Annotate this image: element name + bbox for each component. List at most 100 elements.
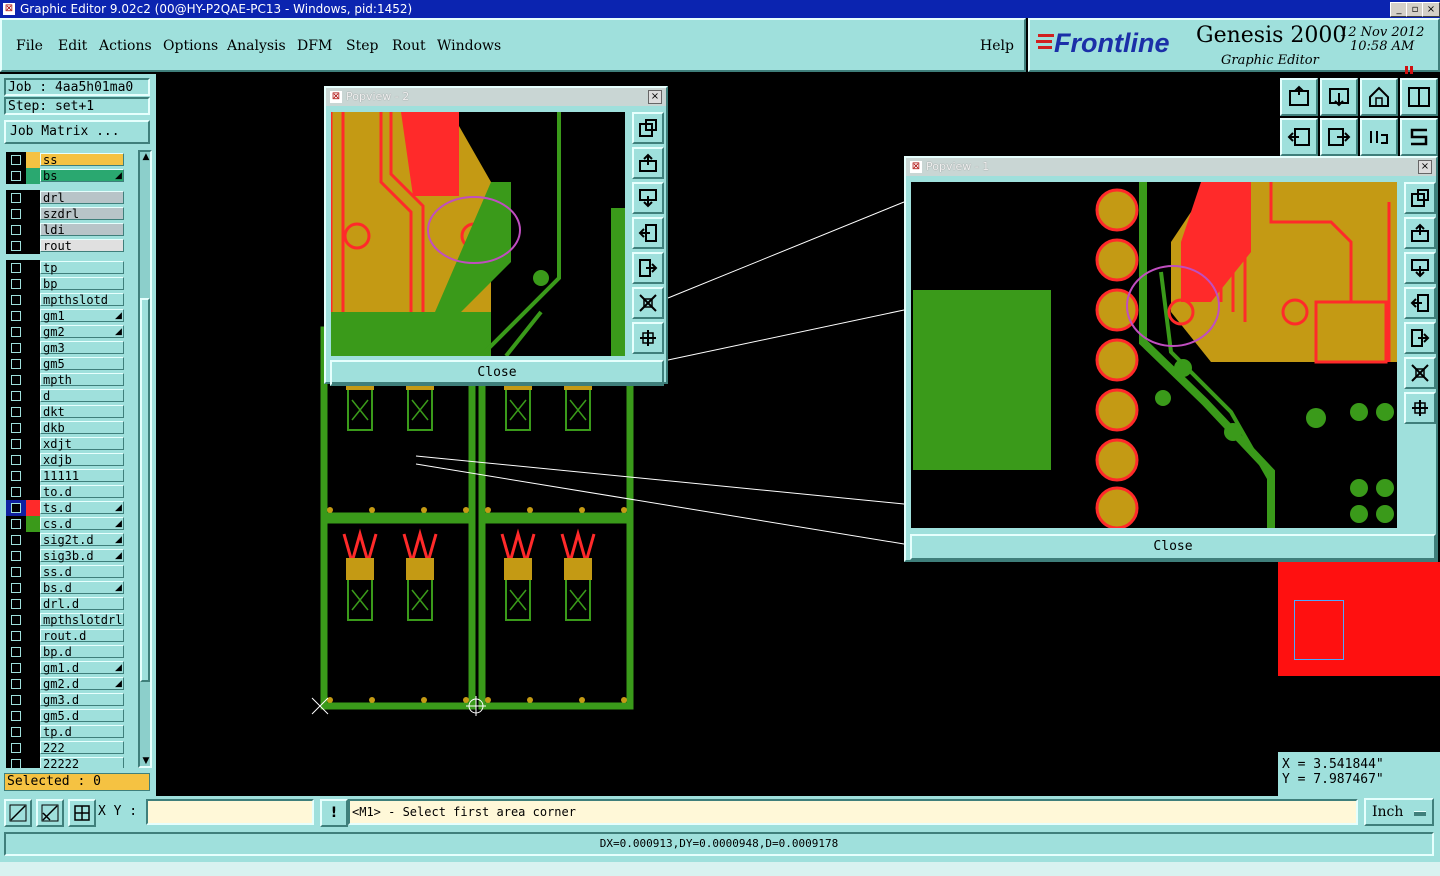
layer-name[interactable]: tp: [40, 261, 124, 275]
layer-row[interactable]: tp: [4, 260, 126, 276]
popview-1-close-button[interactable]: Close: [910, 534, 1436, 560]
zoom-home-button[interactable]: [1280, 78, 1318, 116]
popview-1-fit-button[interactable]: [1404, 357, 1436, 389]
split-view-button[interactable]: [1400, 78, 1438, 116]
layer-name[interactable]: gm5.d: [40, 709, 124, 723]
layer-name[interactable]: tp.d: [40, 725, 124, 739]
layer-color-swatch[interactable]: [26, 596, 40, 612]
layer-checkbox[interactable]: [6, 532, 26, 548]
layer-color-swatch[interactable]: [26, 292, 40, 308]
pan-left-button[interactable]: [1280, 118, 1318, 156]
layer-color-swatch[interactable]: [26, 308, 40, 324]
layer-color-swatch[interactable]: [26, 516, 40, 532]
layer-row[interactable]: tp.d: [4, 724, 126, 740]
layer-row[interactable]: gm5: [4, 356, 126, 372]
layer-checkbox[interactable]: [6, 564, 26, 580]
layer-row[interactable]: gm3: [4, 340, 126, 356]
layer-color-swatch[interactable]: [26, 372, 40, 388]
layer-name[interactable]: cs.d: [40, 517, 124, 531]
layer-name[interactable]: mpthslotdrl: [40, 613, 124, 627]
layer-name[interactable]: rout.d: [40, 629, 124, 643]
menu-actions[interactable]: Actions: [99, 38, 152, 54]
scroll-thumb[interactable]: [140, 298, 150, 682]
layer-color-swatch[interactable]: [26, 692, 40, 708]
layer-color-swatch[interactable]: [26, 676, 40, 692]
layer-name[interactable]: bs: [40, 169, 124, 183]
layer-row[interactable]: 22222: [4, 756, 126, 768]
snap-tool-button[interactable]: [36, 799, 64, 827]
popview-2-close-icon[interactable]: ×: [648, 90, 662, 104]
menu-windows[interactable]: Windows: [437, 38, 501, 54]
layer-name[interactable]: dkb: [40, 421, 124, 435]
layer-color-swatch[interactable]: [26, 500, 40, 516]
layer-checkbox[interactable]: [6, 260, 26, 276]
layer-name[interactable]: gm2: [40, 325, 124, 339]
popview-1-pan-left-button[interactable]: [1404, 287, 1436, 319]
layer-color-swatch[interactable]: [26, 468, 40, 484]
menu-rout[interactable]: Rout: [392, 38, 426, 54]
popview-1-zoom-in-button[interactable]: [1404, 182, 1436, 214]
popview-1-center-button[interactable]: [1404, 392, 1436, 424]
popview-2-fit-button[interactable]: [632, 287, 664, 319]
layer-name[interactable]: szdrl: [40, 207, 124, 221]
layer-checkbox[interactable]: [6, 452, 26, 468]
layer-name[interactable]: 222: [40, 741, 124, 755]
layer-row[interactable]: 222: [4, 740, 126, 756]
zoom-back-button[interactable]: [1320, 78, 1358, 116]
layer-color-swatch[interactable]: [26, 276, 40, 292]
layer-color-swatch[interactable]: [26, 222, 40, 238]
layer-name[interactable]: gm1.d: [40, 661, 124, 675]
popview-1-close-icon[interactable]: ×: [1418, 160, 1432, 174]
layer-name[interactable]: ss.d: [40, 565, 124, 579]
layer-name[interactable]: rout: [40, 239, 124, 253]
menu-analysis[interactable]: Analysis: [227, 38, 286, 54]
popview-1-pan-down-button[interactable]: [1404, 252, 1436, 284]
layer-color-swatch[interactable]: [26, 724, 40, 740]
layer-row[interactable]: sig3b.d ◢: [4, 548, 126, 564]
popview-1-pan-up-button[interactable]: [1404, 217, 1436, 249]
popview-2-pan-down-button[interactable]: [632, 182, 664, 214]
layer-row[interactable]: rout.d: [4, 628, 126, 644]
layer-color-swatch[interactable]: [26, 756, 40, 768]
popview-2-canvas[interactable]: [331, 112, 625, 356]
layer-row[interactable]: drl: [4, 190, 126, 206]
layer-checkbox[interactable]: [6, 324, 26, 340]
layer-name[interactable]: 11111: [40, 469, 124, 483]
grid-tool-button[interactable]: [68, 799, 96, 827]
layer-color-swatch[interactable]: [26, 628, 40, 644]
layer-row[interactable]: gm1 ◢: [4, 308, 126, 324]
layer-name[interactable]: gm5: [40, 357, 124, 371]
layer-checkbox[interactable]: [6, 692, 26, 708]
layer-row[interactable]: dkt: [4, 404, 126, 420]
layer-name[interactable]: to.d: [40, 485, 124, 499]
popview-2-close-button[interactable]: Close: [330, 360, 664, 386]
layer-color-swatch[interactable]: [26, 260, 40, 276]
layer-checkbox[interactable]: [6, 724, 26, 740]
layer-color-swatch[interactable]: [26, 404, 40, 420]
layer-name[interactable]: gm2.d: [40, 677, 124, 691]
layer-color-swatch[interactable]: [26, 564, 40, 580]
layer-checkbox[interactable]: [6, 612, 26, 628]
layer-checkbox[interactable]: [6, 276, 26, 292]
layer-name[interactable]: ss: [40, 153, 124, 167]
layer-name[interactable]: xdjb: [40, 453, 124, 467]
menu-step[interactable]: Step: [346, 38, 378, 54]
layer-checkbox[interactable]: [6, 404, 26, 420]
layer-row[interactable]: sig2t.d ◢: [4, 532, 126, 548]
layer-checkbox[interactable]: [6, 388, 26, 404]
layer-color-swatch[interactable]: [26, 324, 40, 340]
layer-name[interactable]: drl: [40, 191, 124, 205]
scroll-up-arrow-icon[interactable]: ▲: [141, 152, 151, 162]
layer-checkbox[interactable]: [6, 356, 26, 372]
layer-name[interactable]: d: [40, 389, 124, 403]
units-selector[interactable]: Inch: [1364, 798, 1434, 826]
menu-file[interactable]: File: [16, 38, 43, 54]
layer-row[interactable]: bs.d ◢: [4, 580, 126, 596]
layer-checkbox[interactable]: [6, 660, 26, 676]
layer-color-swatch[interactable]: [26, 168, 40, 184]
layer-color-swatch[interactable]: [26, 152, 40, 168]
layer-color-swatch[interactable]: [26, 420, 40, 436]
layer-checkbox[interactable]: [6, 628, 26, 644]
job-matrix-button[interactable]: Job Matrix ...: [4, 120, 150, 144]
layer-color-swatch[interactable]: [26, 484, 40, 500]
